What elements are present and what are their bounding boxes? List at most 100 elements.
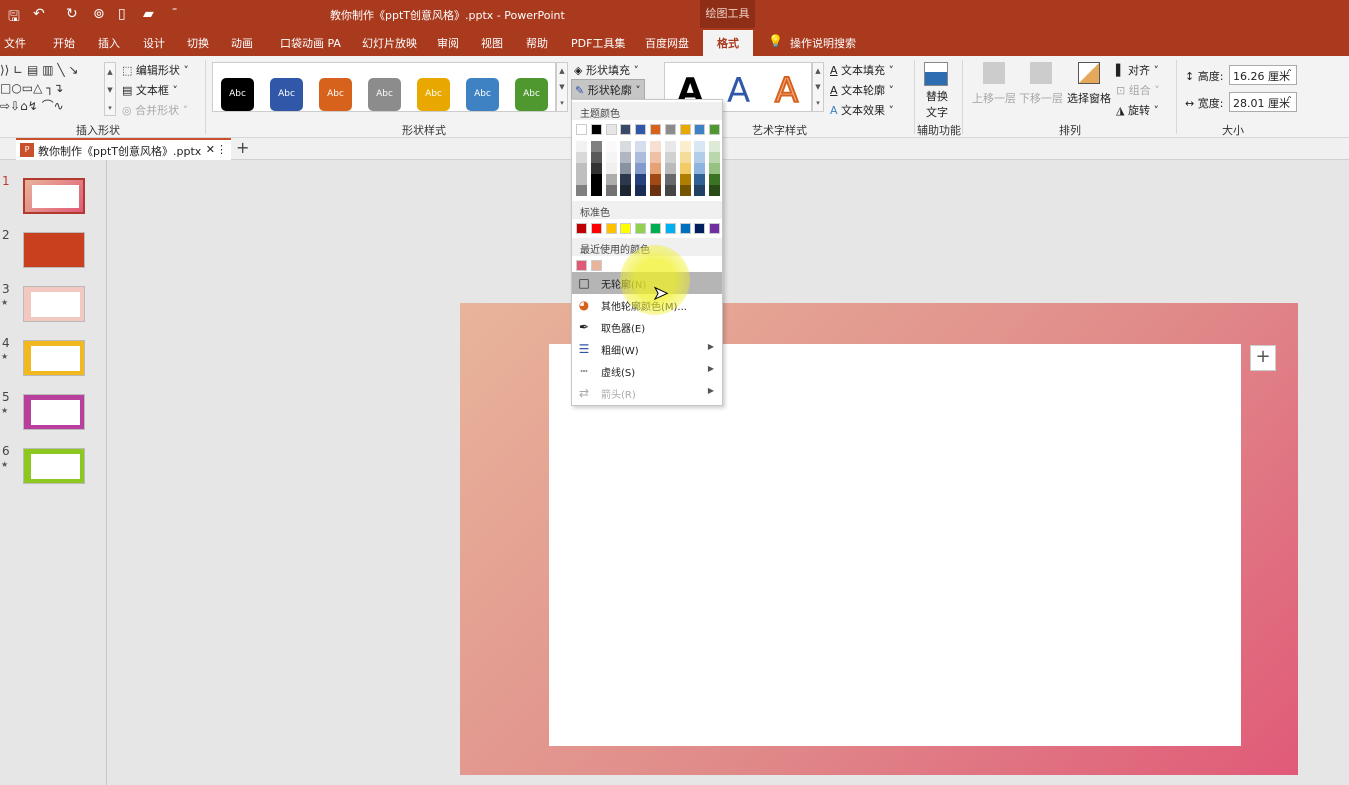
tab-13[interactable]: 格式 [703, 30, 753, 56]
save-icon[interactable]: 🖫 [8, 6, 20, 30]
slide-thumbnail-2[interactable] [23, 232, 85, 268]
theme-color-shade[interactable] [635, 163, 647, 174]
theme-color-shade[interactable] [664, 141, 676, 152]
customize-qat-icon[interactable]: ⁼ [172, 6, 177, 17]
shape-style-2[interactable]: Abc [319, 78, 352, 111]
tab-5[interactable]: 动画 [231, 35, 253, 51]
theme-color-swatch[interactable] [679, 124, 691, 135]
theme-color-shade[interactable] [664, 152, 676, 163]
shape-styles-scroll[interactable]: ▲ ▼ ▾ [556, 62, 568, 112]
shapes-gallery-scroll[interactable]: ▲ ▼ ▾ [104, 62, 116, 116]
tab-1[interactable]: 开始 [53, 35, 75, 51]
wordart-blue[interactable]: A [727, 71, 750, 111]
theme-color-shade[interactable] [576, 163, 587, 174]
theme-color-shade[interactable] [590, 152, 602, 163]
tab-10[interactable]: 帮助 [526, 35, 548, 51]
theme-color-shade[interactable] [576, 185, 587, 196]
shape-style-5[interactable]: Abc [466, 78, 499, 111]
theme-color-shade[interactable] [694, 174, 706, 185]
theme-color-shade[interactable] [620, 163, 632, 174]
standard-color-swatch[interactable] [620, 223, 632, 234]
theme-color-shade[interactable] [590, 141, 602, 152]
theme-color-shade[interactable] [650, 141, 661, 152]
theme-color-swatch[interactable] [709, 124, 721, 135]
theme-color-shade[interactable] [664, 163, 676, 174]
theme-color-shade[interactable] [650, 174, 661, 185]
theme-color-shade[interactable] [605, 163, 617, 174]
selection-pane-button[interactable]: 选择窗格 [1067, 62, 1111, 106]
wordart-orange[interactable]: A [774, 70, 799, 111]
tab-7[interactable]: 幻灯片放映 [362, 35, 417, 51]
theme-color-shade[interactable] [605, 174, 617, 185]
theme-color-shade[interactable] [709, 174, 721, 185]
standard-color-swatch[interactable] [635, 223, 647, 234]
standard-color-swatch[interactable] [694, 223, 706, 234]
tab-8[interactable]: 审阅 [437, 35, 459, 51]
theme-color-swatch[interactable] [590, 124, 602, 135]
shape-fill-button[interactable]: ◈ 形状填充 ˅ [574, 62, 639, 78]
add-button[interactable]: + [1250, 345, 1276, 371]
theme-color-shade[interactable] [590, 163, 602, 174]
slide-thumbnail-3[interactable] [23, 286, 85, 322]
theme-color-shade[interactable] [605, 141, 617, 152]
slide-thumbnail-6[interactable] [23, 448, 85, 484]
shape-style-0[interactable]: Abc [221, 78, 254, 111]
bring-forward-button[interactable]: 上移一层 [972, 62, 1016, 106]
theme-color-swatch[interactable] [576, 124, 587, 135]
theme-color-shade[interactable] [605, 185, 617, 196]
open-folder-icon[interactable]: ▰ [143, 6, 154, 22]
wordart-scroll[interactable]: ▲ ▼ ▾ [812, 62, 824, 112]
theme-color-shade[interactable] [605, 152, 617, 163]
text-fill-button[interactable]: A 文本填充 ˅ [830, 62, 894, 78]
theme-color-shade[interactable] [694, 141, 706, 152]
theme-color-shade[interactable] [635, 185, 647, 196]
tab-14[interactable]: 操作说明搜索 [790, 35, 856, 51]
tab-2[interactable]: 插入 [98, 35, 120, 51]
send-backward-button[interactable]: 下移一层 [1019, 62, 1063, 106]
recent-color-swatch[interactable] [576, 260, 587, 271]
menu-item-line-weight[interactable]: ☰ 粗细(W) ▶ [572, 338, 722, 360]
shape-outline-button[interactable]: ✎ 形状轮廓 ˅ [571, 79, 645, 101]
standard-color-swatch[interactable] [679, 223, 691, 234]
rotate-button[interactable]: ◮ 旋转 ˅ [1116, 102, 1159, 118]
tab-12[interactable]: 百度网盘 [645, 35, 689, 51]
menu-item-arrows[interactable]: ⇄ 箭头(R) ▶ [572, 382, 722, 404]
theme-color-shade[interactable] [664, 174, 676, 185]
theme-color-shade[interactable] [620, 185, 632, 196]
shape-style-6[interactable]: Abc [515, 78, 548, 111]
new-file-icon[interactable]: ▯ [118, 6, 126, 22]
group-button[interactable]: ⊡ 组合 ˅ [1116, 82, 1160, 98]
theme-color-swatch[interactable] [620, 124, 632, 135]
tab-4[interactable]: 切换 [187, 35, 209, 51]
standard-color-swatch[interactable] [664, 223, 676, 234]
menu-item-eyedropper[interactable]: ✒ 取色器(E) [572, 316, 722, 338]
tab-9[interactable]: 视图 [481, 35, 503, 51]
theme-color-swatch[interactable] [694, 124, 706, 135]
redo-icon[interactable]: ↻ [66, 6, 78, 22]
slideshow-icon[interactable]: ⊚ [93, 6, 105, 22]
theme-color-swatch[interactable] [664, 124, 676, 135]
slide-thumbnail-5[interactable] [23, 394, 85, 430]
tab-3[interactable]: 设计 [143, 35, 165, 51]
close-tab-icon[interactable]: ✕ [206, 143, 215, 156]
text-effects-button[interactable]: A 文本效果 ˅ [830, 102, 894, 118]
slide-thumbnail-4[interactable] [23, 340, 85, 376]
theme-color-swatch[interactable] [650, 124, 661, 135]
new-tab-button[interactable]: + [236, 138, 249, 157]
menu-item-dashes[interactable]: ┄ 虚线(S) ▶ [572, 360, 722, 382]
theme-color-shade[interactable] [620, 152, 632, 163]
height-input[interactable]: 16.26 厘米 ⌃ [1229, 65, 1297, 85]
tab-6[interactable]: 口袋动画 PA [280, 35, 341, 51]
recent-color-swatch[interactable] [590, 260, 602, 271]
alt-text-button[interactable]: 替换 文字 [924, 62, 950, 120]
standard-color-swatch[interactable] [709, 223, 721, 234]
standard-color-swatch[interactable] [590, 223, 602, 234]
tab-11[interactable]: PDF工具集 [571, 35, 625, 51]
standard-color-swatch[interactable] [650, 223, 661, 234]
slide-thumbnail-1[interactable] [23, 178, 85, 214]
theme-color-shade[interactable] [709, 152, 721, 163]
shape-style-1[interactable]: Abc [270, 78, 303, 111]
theme-color-shade[interactable] [576, 174, 587, 185]
width-input[interactable]: 28.01 厘米 ⌃ [1229, 92, 1297, 112]
theme-color-shade[interactable] [694, 185, 706, 196]
